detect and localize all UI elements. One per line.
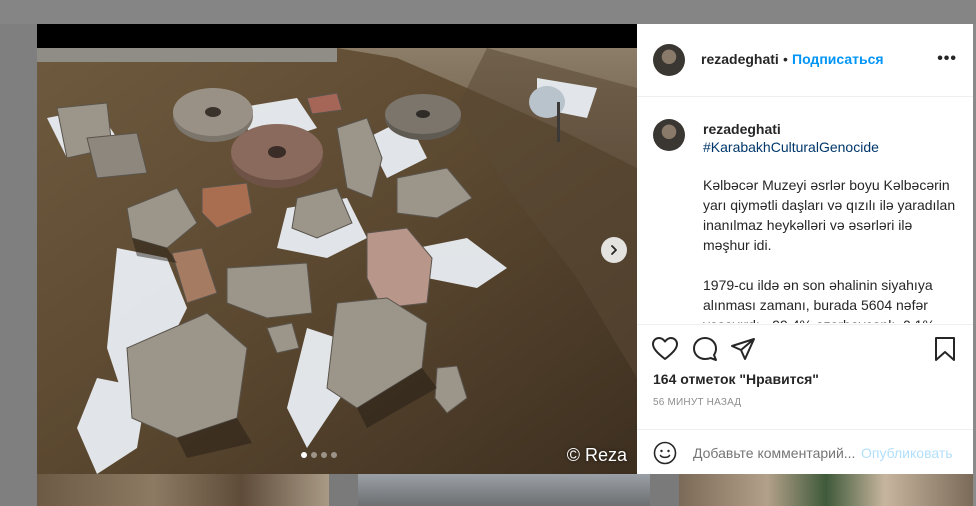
page-backdrop-left [0, 24, 37, 506]
header-separator: • [783, 51, 788, 67]
post-timestamp[interactable]: 56 МИНУТ НАЗАД [653, 397, 741, 408]
avatar[interactable] [653, 44, 685, 76]
carousel-dots [301, 452, 337, 458]
bookmark-icon[interactable] [931, 335, 959, 363]
photo-watermark: © Reza [566, 445, 627, 465]
chevron-right-icon [611, 245, 617, 255]
comment-bar: Опубликовать [637, 429, 973, 476]
more-options-icon[interactable]: ••• [937, 50, 957, 68]
heart-icon[interactable] [651, 335, 679, 363]
caption-hashtag[interactable]: #KarabakhCulturalGenocide [703, 139, 879, 155]
caption-paragraph: Kəlbəcər Muzeyi əsrlər boyu Kəlbəcərin y… [703, 177, 956, 253]
emoji-icon[interactable] [653, 441, 677, 465]
author-username[interactable]: rezadeghati [701, 51, 779, 67]
caption-username[interactable]: rezadeghati [703, 121, 781, 137]
post-photo[interactable]: © Reza [37, 48, 637, 474]
post-header: rezadeghati • Подписаться ••• [637, 24, 973, 97]
carousel-dot [321, 452, 327, 458]
publish-button[interactable]: Опубликовать [861, 445, 953, 461]
carousel-dot [311, 452, 317, 458]
post-media: © Reza [37, 24, 637, 474]
post-modal: © Reza rezadeghati • Подписаться ••• rez… [37, 24, 973, 474]
grid-thumbnail[interactable] [679, 474, 973, 506]
likes-count[interactable]: 164 отметок "Нравится" [653, 371, 819, 387]
page-backdrop-top [0, 0, 976, 24]
follow-button[interactable]: Подписаться [792, 51, 884, 67]
grid-thumbnail[interactable] [37, 474, 329, 506]
grid-thumbnail[interactable] [358, 474, 650, 506]
post-caption: rezadeghati #KarabakhCulturalGenocide Kə… [637, 97, 973, 323]
carousel-dot [331, 452, 337, 458]
carousel-dot [301, 452, 307, 458]
caption-paragraph: 1979-cu ildə ən son əhalinin siyahıya al… [703, 277, 935, 323]
action-row [651, 335, 959, 365]
comment-icon[interactable] [691, 335, 719, 363]
carousel-next-button[interactable] [601, 237, 627, 263]
avatar[interactable] [653, 119, 685, 151]
send-icon[interactable] [729, 335, 757, 363]
post-sidebar: rezadeghati • Подписаться ••• rezadeghat… [637, 24, 973, 474]
comment-input[interactable] [693, 445, 858, 461]
post-actions: 164 отметок "Нравится" 56 МИНУТ НАЗАД Оп… [637, 324, 973, 475]
caption-text: Kəlbəcər Muzeyi əsrlər boyu Kəlbəcərin y… [703, 175, 961, 323]
